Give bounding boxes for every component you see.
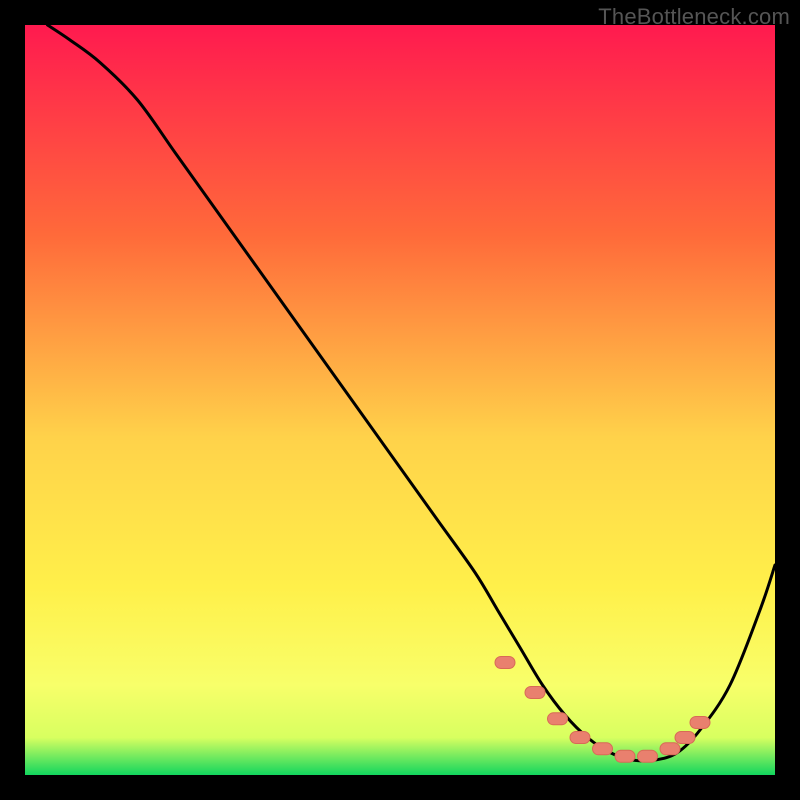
marker-dot <box>615 750 635 762</box>
marker-dot <box>690 717 710 729</box>
marker-dot <box>525 687 545 699</box>
plot-area <box>25 25 775 775</box>
marker-dot <box>548 713 568 725</box>
marker-dot <box>495 657 515 669</box>
bottleneck-chart <box>25 25 775 775</box>
marker-dot <box>570 732 590 744</box>
watermark-text: TheBottleneck.com <box>598 4 790 30</box>
marker-dot <box>593 743 613 755</box>
marker-dot <box>675 732 695 744</box>
marker-dot <box>660 743 680 755</box>
gradient-background <box>25 25 775 775</box>
marker-dot <box>638 750 658 762</box>
chart-frame: TheBottleneck.com <box>0 0 800 800</box>
